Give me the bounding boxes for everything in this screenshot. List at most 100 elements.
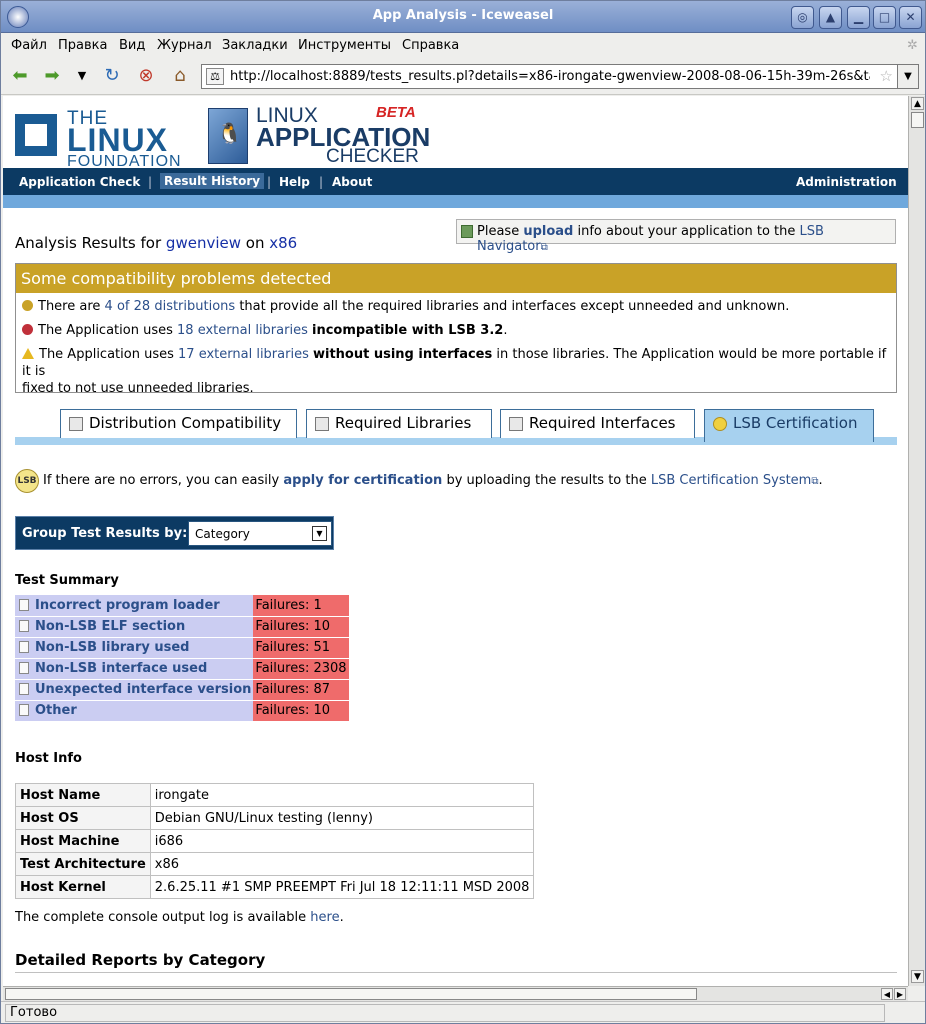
summary-category[interactable]: Non-LSB library used — [15, 637, 254, 659]
scroll-down-icon[interactable]: ▼ — [911, 970, 924, 983]
logo-text-checker: CHECKER — [326, 146, 419, 167]
linux-foundation-logo[interactable]: THE LINUX FOUNDATION — [15, 108, 191, 170]
nav-separator: | — [148, 175, 153, 189]
summary-failures: Failures: 10 — [253, 700, 349, 722]
scroll-thumb[interactable] — [911, 112, 924, 128]
nav-result-history[interactable]: Result History — [160, 173, 265, 189]
summary-category[interactable]: Unexpected interface version — [15, 679, 254, 701]
browser-window: App Analysis - Iceweasel ◎ ▲ ▁ □ ✕ Файл … — [0, 0, 926, 1024]
horizontal-scrollbar[interactable]: ◀ ▶ — [3, 986, 908, 1001]
menu-tools[interactable]: Инструменты — [298, 38, 391, 53]
summary-category[interactable]: Non-LSB ELF section — [15, 616, 254, 638]
upload-link[interactable]: upload — [523, 224, 573, 239]
scroll-left-icon[interactable]: ◀ — [881, 988, 893, 1000]
minimize-button[interactable]: ▁ — [847, 6, 870, 29]
red-status-icon — [22, 324, 33, 335]
nav-about[interactable]: About — [332, 175, 372, 189]
menu-help[interactable]: Справка — [402, 38, 459, 53]
address-bar[interactable]: ⚖ http://localhost:8889/tests_results.pl… — [201, 64, 898, 89]
url-text[interactable]: http://localhost:8889/tests_results.pl?d… — [230, 69, 870, 84]
distributions-link[interactable]: distributions — [154, 299, 235, 314]
page-title: Analysis Results for gwenview on x86 — [15, 234, 297, 252]
back-arrow-icon[interactable]: ⬅ — [7, 64, 33, 88]
maximize-button[interactable]: □ — [873, 6, 896, 29]
nav-separator: | — [267, 175, 272, 189]
scroll-right-icon[interactable]: ▶ — [894, 988, 906, 1000]
reload-icon[interactable]: ↻ — [99, 64, 125, 88]
lsb-certification-system-link[interactable]: LSB Certification System — [651, 473, 812, 488]
menu-view[interactable]: Вид — [119, 38, 145, 53]
status-text: Готово — [5, 1004, 885, 1022]
nav-administration[interactable]: Administration — [796, 175, 897, 189]
host-key: Host Machine — [15, 829, 151, 853]
status-bar: Готово — [1, 1001, 925, 1023]
stop-icon[interactable]: ⊗ — [133, 64, 159, 88]
summary-category[interactable]: Non-LSB interface used — [15, 658, 254, 680]
summary-category[interactable]: Incorrect program loader — [15, 595, 254, 617]
upload-icon — [461, 225, 473, 238]
count-link[interactable]: 17 — [178, 347, 195, 362]
divider — [15, 972, 897, 973]
url-dropdown-icon[interactable]: ▼ — [897, 64, 919, 89]
table-row: Host Kernel 2.6.25.11 #1 SMP PREEMPT Fri … — [15, 875, 535, 899]
history-dropdown-icon[interactable]: ▼ — [69, 64, 95, 88]
menu-bookmarks[interactable]: Закладки — [222, 38, 288, 53]
app-name-link[interactable]: gwenview — [166, 234, 241, 252]
app-checker-logo[interactable]: LINUX APPLICATION CHECKER BETA — [208, 104, 430, 168]
shade-button[interactable]: ◎ — [791, 6, 814, 29]
summary-failures: Failures: 10 — [253, 616, 349, 638]
group-by-value: Category — [195, 527, 250, 541]
problem-line: The Application uses 18 external librari… — [22, 323, 507, 338]
forward-arrow-icon[interactable]: ➡ — [39, 64, 65, 88]
group-by-select[interactable]: Category ▼ — [188, 521, 332, 546]
host-key: Host Kernel — [15, 875, 151, 899]
library-icon — [315, 417, 329, 431]
problems-panel: Some compatibility problems detected The… — [15, 263, 897, 396]
home-icon[interactable]: ⌂ — [167, 64, 193, 88]
scroll-up-icon[interactable]: ▲ — [911, 97, 924, 110]
menu-edit[interactable]: Правка — [58, 38, 107, 53]
table-row: Host Machine i686 — [15, 829, 535, 853]
nav-application-check[interactable]: Application Check — [19, 175, 140, 189]
document-icon — [19, 662, 29, 674]
tab-required-interfaces[interactable]: Required Interfaces — [500, 409, 695, 438]
page-content: THE LINUX FOUNDATION LINUX APPLICATION C… — [3, 96, 908, 986]
test-summary-table: Incorrect program loader Failures: 1 Non… — [15, 595, 349, 722]
apply-certification-link[interactable]: apply for certification — [283, 473, 442, 488]
upload-text: info about your application to the — [577, 224, 796, 239]
table-row: Non-LSB interface used Failures: 2308 — [15, 658, 349, 680]
lsb-badge-icon: LSB — [15, 469, 39, 493]
external-link-icon: ⧉ — [540, 242, 548, 253]
summary-category[interactable]: Other — [15, 700, 254, 722]
tab-distribution-compatibility[interactable]: Distribution Compatibility — [60, 409, 297, 438]
bookmark-star-icon[interactable]: ☆ — [880, 67, 893, 85]
table-row: Incorrect program loader Failures: 1 — [15, 595, 349, 617]
table-row: Non-LSB ELF section Failures: 10 — [15, 616, 349, 638]
group-by-label: Group Test Results by: — [22, 526, 188, 541]
console-log-link[interactable]: here — [310, 910, 339, 925]
upload-notice: Please upload info about your applicatio… — [456, 219, 896, 254]
nav-help[interactable]: Help — [279, 175, 310, 189]
external-libraries-link[interactable]: external libraries — [198, 323, 308, 338]
vertical-scrollbar[interactable]: ▲ ▼ — [908, 96, 925, 986]
host-key: Host OS — [15, 806, 151, 830]
tab-required-libraries[interactable]: Required Libraries — [306, 409, 492, 438]
external-libraries-link[interactable]: external libraries — [199, 347, 309, 362]
arch-link[interactable]: x86 — [269, 234, 297, 252]
keep-above-button[interactable]: ▲ — [819, 6, 842, 29]
tab-lsb-certification[interactable]: LSB Certification — [704, 409, 874, 442]
count-link[interactable]: 4 — [105, 299, 113, 314]
window-title: App Analysis - Iceweasel — [372, 8, 554, 23]
count-link[interactable]: 18 — [177, 323, 194, 338]
count-link[interactable]: 28 — [134, 299, 151, 314]
nav-separator: | — [319, 175, 324, 189]
host-value: Debian GNU/Linux testing (lenny) — [149, 806, 535, 830]
throbber-icon: ✲ — [907, 38, 918, 53]
menu-file[interactable]: Файл — [11, 38, 47, 53]
menu-history[interactable]: Журнал — [157, 38, 212, 53]
document-icon — [19, 683, 29, 695]
scroll-thumb[interactable] — [5, 988, 697, 1000]
menu-bar: Файл Правка Вид Журнал Закладки Инструме… — [1, 34, 925, 56]
close-button[interactable]: ✕ — [899, 6, 922, 29]
upload-text: Please — [477, 224, 520, 239]
